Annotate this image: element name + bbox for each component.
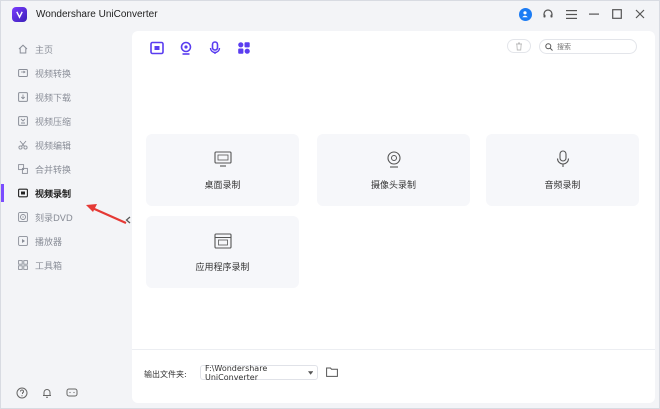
delete-button[interactable] <box>507 39 531 53</box>
bell-icon[interactable] <box>41 387 53 402</box>
sidebar-item-video-convert[interactable]: 视频转换 <box>1 62 125 84</box>
record-mode-tabs <box>149 40 251 55</box>
card-label: 应用程序录制 <box>195 262 250 273</box>
sidebar-item-screen-record[interactable]: 视频录制 <box>1 182 125 204</box>
output-folder-select[interactable]: F:\Wondershare UniConverter <box>200 363 318 382</box>
toolbox-icon <box>18 260 28 270</box>
sidebar-item-video-download[interactable]: 视频下载 <box>1 86 125 108</box>
app-logo-icon <box>12 7 27 22</box>
headset-support-icon[interactable] <box>541 7 555 21</box>
app-title: Wondershare UniConverter <box>36 9 158 20</box>
help-icon[interactable] <box>16 387 28 402</box>
sidebar-footer <box>16 387 78 402</box>
download-icon <box>18 92 28 102</box>
main-panel: 桌面录制 摄像头录制 音频录制 应用程序录制 输出文件夹: F:\Wonders… <box>132 31 655 403</box>
sidebar-item-video-edit[interactable]: 视频编辑 <box>1 134 125 156</box>
sidebar-item-label: 刻录DVD <box>35 213 73 224</box>
audio-tab-icon[interactable] <box>207 40 222 55</box>
title-bar: Wondershare UniConverter <box>1 1 659 29</box>
minimize-icon[interactable] <box>587 7 601 21</box>
trash-icon <box>516 42 522 50</box>
app-record-card[interactable]: 应用程序录制 <box>146 216 299 288</box>
menu-icon[interactable] <box>564 7 578 21</box>
app-window-icon <box>213 232 232 250</box>
apps-tab-icon[interactable] <box>236 40 251 55</box>
feedback-icon[interactable] <box>66 387 78 402</box>
sidebar-item-player[interactable]: 播放器 <box>1 230 125 252</box>
webcam-tab-icon[interactable] <box>178 40 193 55</box>
webcam-icon <box>385 150 403 168</box>
microphone-icon <box>554 149 572 168</box>
record-icon <box>18 188 28 198</box>
sidebar-item-home[interactable]: 主页 <box>1 38 125 60</box>
player-icon <box>18 236 28 246</box>
card-label: 摄像头录制 <box>370 180 416 191</box>
audio-record-card[interactable]: 音频录制 <box>486 134 639 206</box>
search-box[interactable] <box>539 39 637 54</box>
output-folder-path: F:\Wondershare UniConverter <box>205 363 268 382</box>
close-icon[interactable] <box>633 7 647 21</box>
sidebar-item-label: 视频编辑 <box>35 141 72 152</box>
sidebar-item-burn-dvd[interactable]: 刻录DVD <box>1 206 125 228</box>
scissors-icon <box>18 140 28 150</box>
sidebar-item-label: 视频压缩 <box>35 117 72 128</box>
sidebar-item-label: 主页 <box>35 45 54 56</box>
folder-icon[interactable] <box>326 367 338 378</box>
screen-record-tab-icon[interactable] <box>149 40 164 55</box>
desktop-record-card[interactable]: 桌面录制 <box>146 134 299 206</box>
monitor-icon <box>213 150 232 168</box>
maximize-icon[interactable] <box>610 7 624 21</box>
card-label: 桌面录制 <box>204 180 241 191</box>
convert-icon <box>18 68 28 78</box>
search-icon <box>545 42 553 51</box>
home-icon <box>18 44 28 54</box>
footer-divider <box>132 349 655 350</box>
sidebar-item-video-compress[interactable]: 视频压缩 <box>1 110 125 132</box>
output-folder-label: 输出文件夹: <box>144 370 187 379</box>
sidebar-item-label: 播放器 <box>35 237 63 248</box>
search-input[interactable] <box>557 42 627 51</box>
webcam-record-card[interactable]: 摄像头录制 <box>317 134 470 206</box>
user-avatar-icon[interactable] <box>518 7 532 21</box>
chevron-left-icon <box>125 216 131 224</box>
merge-icon <box>18 164 28 174</box>
card-label: 音频录制 <box>544 180 581 191</box>
sidebar-item-label: 合并转换 <box>35 165 72 176</box>
sidebar-item-label: 视频下载 <box>35 93 72 104</box>
title-bar-controls <box>518 6 647 22</box>
sidebar-item-label: 视频录制 <box>35 189 72 200</box>
app-window: Wondershare UniConverter 主页 视频转换 视频下载 视频… <box>0 0 660 409</box>
sidebar-item-label: 视频转换 <box>35 69 72 80</box>
sidebar-item-toolbox[interactable]: 工具箱 <box>1 254 125 276</box>
sidebar-item-merge[interactable]: 合并转换 <box>1 158 125 180</box>
sidebar-item-label: 工具箱 <box>35 261 63 272</box>
dvd-icon <box>18 212 28 222</box>
sidebar: 主页 视频转换 视频下载 视频压缩 视频编辑 合并转换 视频录制 刻录DVD 播… <box>1 31 125 409</box>
compress-icon <box>18 116 28 126</box>
caret-down-icon <box>307 370 313 375</box>
